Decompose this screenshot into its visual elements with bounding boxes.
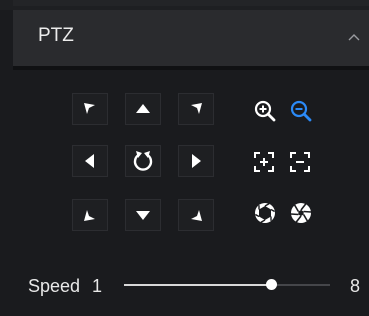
pan-down-left-button[interactable] [72, 199, 108, 231]
speed-min-value: 1 [92, 276, 103, 296]
arrow-up-icon [136, 104, 150, 113]
focus-near-icon[interactable] [253, 151, 275, 173]
speed-max-value: 8 [350, 276, 361, 296]
ptz-panel-header[interactable]: PTZ [13, 10, 369, 66]
focus-far-icon[interactable] [289, 151, 311, 173]
pan-down-right-button[interactable] [178, 199, 214, 231]
panel-title: PTZ [38, 25, 74, 46]
pan-down-button[interactable] [125, 199, 161, 231]
chevron-up-icon[interactable] [339, 27, 369, 49]
iris-open-icon[interactable] [289, 201, 313, 225]
arrow-left-icon [85, 154, 94, 168]
speed-label: Speed [28, 276, 81, 296]
zoom-in-icon[interactable] [253, 99, 277, 123]
arrow-up-right-icon [191, 103, 202, 114]
pan-up-button[interactable] [125, 93, 161, 125]
arrow-down-icon [136, 211, 150, 220]
speed-slider[interactable] [124, 274, 330, 296]
pan-up-right-button[interactable] [178, 93, 214, 125]
pan-left-button[interactable] [72, 145, 108, 177]
arrow-down-right-icon [191, 210, 202, 221]
zoom-out-icon[interactable] [289, 99, 313, 123]
slider-thumb[interactable] [266, 279, 277, 290]
slider-fill [124, 284, 271, 286]
pan-right-button[interactable] [178, 145, 214, 177]
panel-top-strip [0, 0, 369, 10]
arrow-down-left-icon [84, 210, 95, 221]
header-divider [13, 66, 369, 70]
rotate-icon [133, 151, 153, 171]
arrow-up-left-icon [84, 103, 95, 114]
auto-rotate-button[interactable] [125, 145, 161, 177]
iris-close-icon[interactable] [253, 201, 277, 225]
arrow-right-icon [192, 154, 201, 168]
pan-up-left-button[interactable] [72, 93, 108, 125]
panel-top-lip [13, 0, 369, 6]
